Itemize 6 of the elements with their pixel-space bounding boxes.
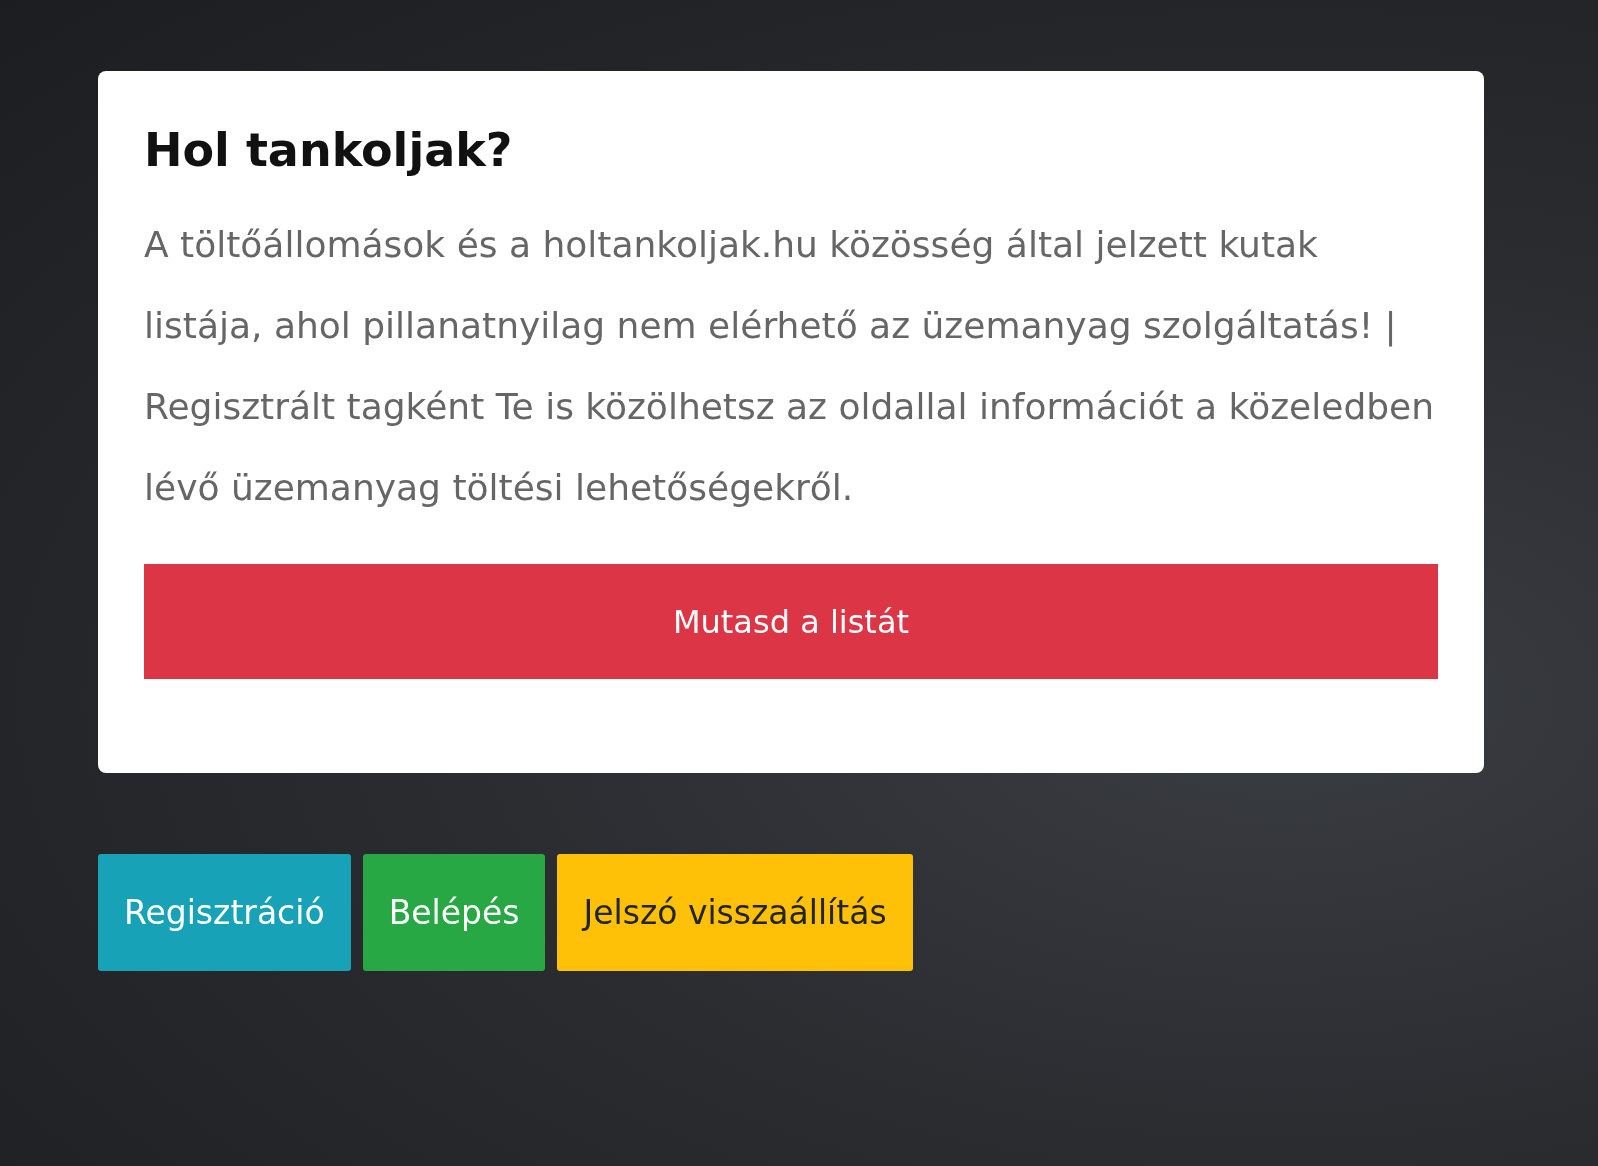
card-description: A töltőállomások és a holtankoljak.hu közösség által jelzett kutak listája, ahol pillanatnyilag nem elérhető az üzemanyag szolgáltatás! | Regisztrált tagként Te is közölhetsz az oldallal információt a közeledben lévő üzemanyag töltési lehetőségekről. bbox=[144, 223, 1436, 511]
login-button[interactable]: Belépés bbox=[362, 854, 546, 972]
password-reset-button[interactable]: Jelszó visszaállítás bbox=[557, 854, 913, 972]
show-list-button[interactable]: Mutasd a listát bbox=[144, 564, 1438, 680]
card-title: Hol tankoljak? bbox=[144, 123, 514, 179]
register-button[interactable]: Regisztráció bbox=[98, 854, 351, 972]
